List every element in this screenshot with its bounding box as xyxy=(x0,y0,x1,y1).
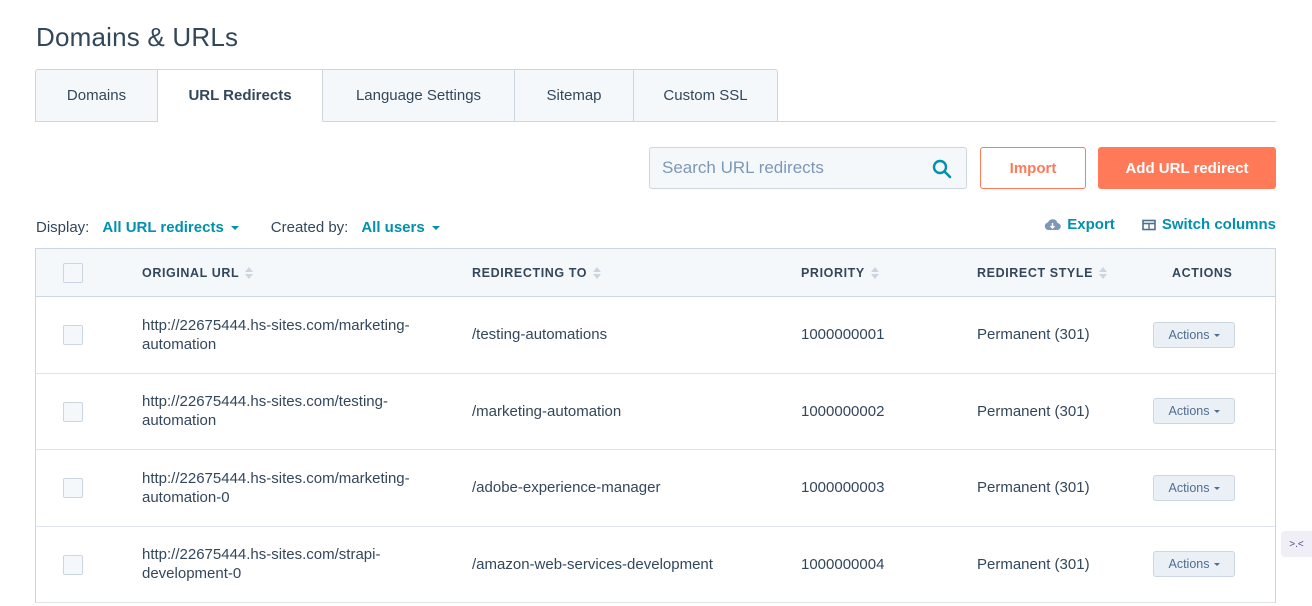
redirect-style: Permanent (301) xyxy=(977,326,1090,344)
sort-icon xyxy=(245,266,254,280)
original-url: http://22675444.hs-sites.com/marketing-a… xyxy=(142,469,410,506)
widget-glyph: >.< xyxy=(1289,538,1304,550)
tab-custom-ssl[interactable]: Custom SSL xyxy=(634,69,778,122)
display-filter-label: Display: xyxy=(36,218,90,236)
column-redirecting-to[interactable]: Redirecting to xyxy=(472,249,602,296)
column-label: Redirect style xyxy=(977,265,1094,280)
column-label: Redirecting to xyxy=(472,265,588,280)
redirects-table: Original URL Redirecting to Priority Red… xyxy=(35,248,1276,603)
tab-bar: Domains URL Redirects Language Settings … xyxy=(35,69,1276,122)
redirect-style: Permanent (301) xyxy=(977,402,1090,420)
row-actions-button[interactable]: Actions xyxy=(1153,474,1235,501)
tab-language-settings[interactable]: Language Settings xyxy=(323,69,515,122)
table-row: http://22675444.hs-sites.com/marketing-a… xyxy=(36,297,1275,374)
sort-icon xyxy=(593,266,602,280)
table-header: Original URL Redirecting to Priority Red… xyxy=(36,249,1275,297)
chevron-down-icon xyxy=(1213,486,1220,490)
table-row: http://22675444.hs-sites.com/testing-aut… xyxy=(36,373,1275,450)
redirect-target: /amazon-web-services-development xyxy=(472,555,713,573)
chevron-down-icon xyxy=(230,226,239,230)
column-label: Actions xyxy=(1172,265,1233,280)
redirect-style: Permanent (301) xyxy=(977,479,1090,497)
table-row: http://22675444.hs-sites.com/marketing-a… xyxy=(36,450,1275,527)
import-button[interactable]: Import xyxy=(980,147,1086,189)
switch-columns-button[interactable]: Switch columns xyxy=(1142,216,1276,233)
column-label: Original URL xyxy=(142,265,240,280)
column-original-url[interactable]: Original URL xyxy=(142,249,254,296)
select-all-checkbox[interactable] xyxy=(63,263,83,283)
sort-icon xyxy=(1099,266,1108,280)
original-url: http://22675444.hs-sites.com/testing-aut… xyxy=(142,393,388,430)
created-by-filter-value: All users xyxy=(361,218,425,236)
filter-bar: Display: All URL redirects Created by: A… xyxy=(36,217,440,237)
help-widget-tab[interactable]: >.< xyxy=(1281,531,1312,557)
export-label: Export xyxy=(1067,216,1115,233)
search-icon[interactable] xyxy=(932,159,952,179)
priority: 1000000002 xyxy=(801,402,885,420)
row-actions-button[interactable]: Actions xyxy=(1153,551,1235,578)
display-filter-dropdown[interactable]: All URL redirects xyxy=(102,218,239,236)
chevron-down-icon xyxy=(1213,410,1220,414)
export-button[interactable]: Export xyxy=(1044,216,1115,233)
actions-label: Actions xyxy=(1168,480,1210,495)
tab-url-redirects[interactable]: URL Redirects xyxy=(158,69,323,122)
column-redirect-style[interactable]: Redirect style xyxy=(977,249,1108,296)
row-actions-button[interactable]: Actions xyxy=(1153,398,1235,425)
switch-columns-label: Switch columns xyxy=(1161,216,1276,233)
priority: 1000000004 xyxy=(801,555,885,573)
row-actions-button[interactable]: Actions xyxy=(1153,321,1235,348)
created-by-filter-dropdown[interactable]: All users xyxy=(361,218,440,236)
sort-icon xyxy=(870,266,879,280)
column-label: Priority xyxy=(801,265,865,280)
priority: 1000000003 xyxy=(801,479,885,497)
chevron-down-icon xyxy=(1213,333,1220,337)
chevron-down-icon xyxy=(1213,563,1220,567)
column-priority[interactable]: Priority xyxy=(801,249,879,296)
search-box xyxy=(649,147,967,189)
add-url-redirect-button[interactable]: Add URL redirect xyxy=(1098,147,1276,189)
redirect-target: /adobe-experience-manager xyxy=(472,479,661,497)
chevron-down-icon xyxy=(431,226,440,230)
redirect-style: Permanent (301) xyxy=(977,555,1090,573)
display-filter-value: All URL redirects xyxy=(102,218,224,236)
table-row: http://22675444.hs-sites.com/strapi-deve… xyxy=(36,526,1275,603)
created-by-filter-label: Created by: xyxy=(270,218,349,236)
column-actions: Actions xyxy=(1172,249,1232,296)
tab-domains[interactable]: Domains xyxy=(35,69,158,122)
tab-sitemap[interactable]: Sitemap xyxy=(515,69,634,122)
redirect-target: /marketing-automation xyxy=(472,402,622,420)
original-url: http://22675444.hs-sites.com/marketing-a… xyxy=(142,316,410,353)
actions-label: Actions xyxy=(1168,404,1210,419)
actions-label: Actions xyxy=(1168,557,1210,572)
row-checkbox[interactable] xyxy=(63,554,83,575)
columns-icon xyxy=(1142,219,1156,230)
row-checkbox[interactable] xyxy=(63,325,83,345)
table-toolbar: Export Switch columns xyxy=(1044,216,1276,233)
priority: 1000000001 xyxy=(801,326,885,344)
actions-label: Actions xyxy=(1168,327,1210,342)
redirect-target: /testing-automations xyxy=(472,326,608,344)
row-checkbox[interactable] xyxy=(63,478,83,498)
row-checkbox[interactable] xyxy=(63,401,83,422)
cloud-download-icon xyxy=(1045,219,1062,231)
search-input[interactable] xyxy=(650,148,920,188)
original-url: http://22675444.hs-sites.com/strapi-deve… xyxy=(142,546,381,583)
page-title: Domains & URLs xyxy=(36,22,239,52)
